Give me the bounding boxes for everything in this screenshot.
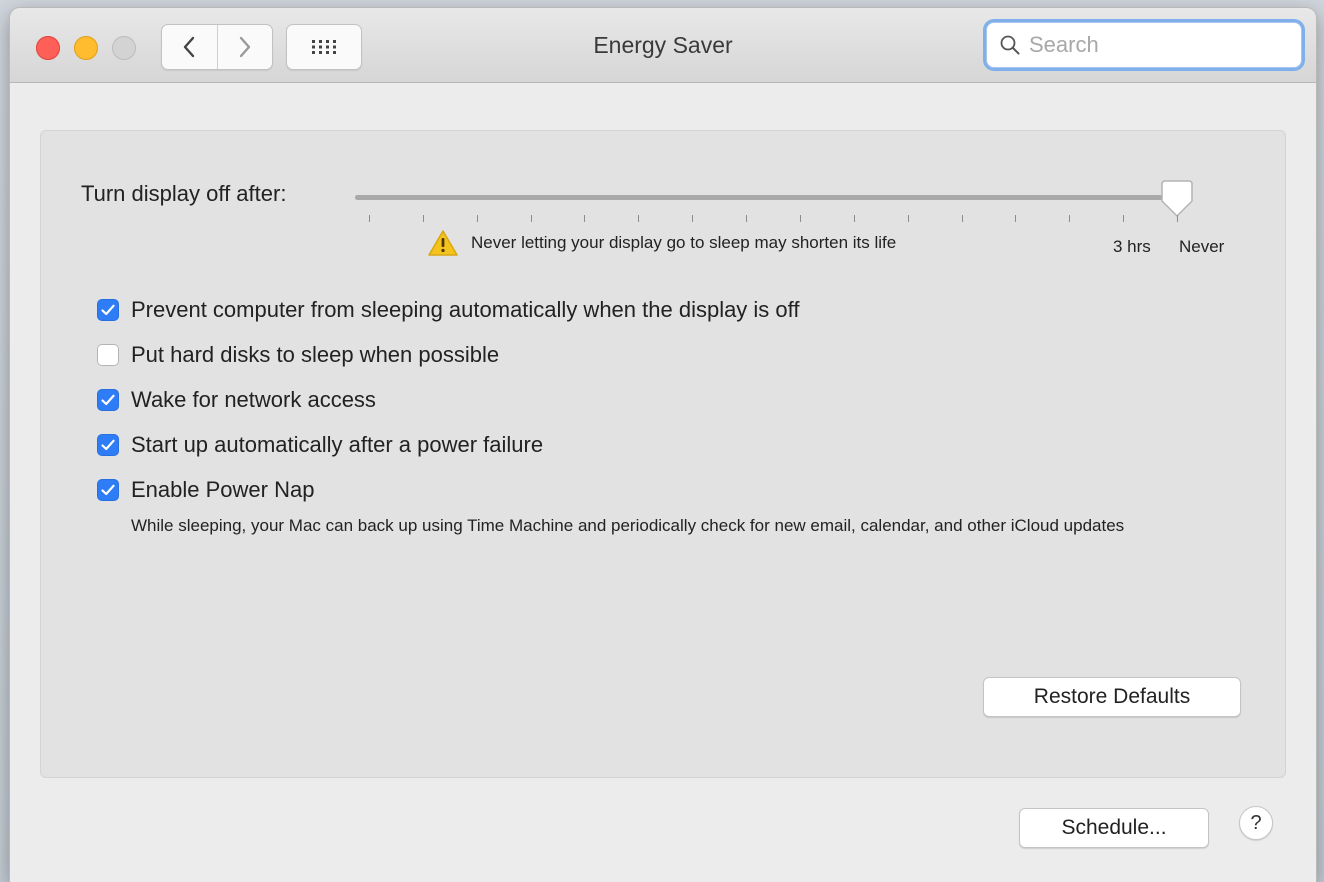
chevron-right-icon xyxy=(239,36,250,58)
schedule-button[interactable]: Schedule... xyxy=(1019,808,1209,848)
close-window-button[interactable] xyxy=(36,36,60,60)
option-wake-network[interactable]: Wake for network access xyxy=(97,385,800,415)
navigation-buttons xyxy=(161,24,273,70)
option-power-nap[interactable]: Enable Power Nap xyxy=(97,475,800,505)
tick-label-3-hrs: 3 hrs xyxy=(1113,237,1151,256)
warning-text: Never letting your display go to sleep m… xyxy=(471,233,897,252)
slider-tick xyxy=(746,215,748,222)
search-field[interactable] xyxy=(986,22,1302,68)
zoom-window-button xyxy=(112,36,136,60)
slider-tick xyxy=(584,215,586,222)
slider-tick xyxy=(961,215,963,222)
checkmark-icon xyxy=(101,394,115,406)
option-label: Prevent computer from sleeping automatic… xyxy=(131,297,800,322)
option-list: Prevent computer from sleeping automatic… xyxy=(97,295,800,520)
slider-tick xyxy=(476,215,478,222)
option-label: Wake for network access xyxy=(131,387,376,412)
slider-tick xyxy=(1123,215,1125,222)
title-bar: Energy Saver xyxy=(10,8,1316,83)
checkmark-icon xyxy=(101,304,115,316)
slider-tick xyxy=(853,215,855,222)
search-input[interactable] xyxy=(1027,31,1281,59)
wake-network-checkbox[interactable] xyxy=(97,389,119,411)
slider-tick xyxy=(1015,215,1017,222)
slider-tick xyxy=(638,215,640,222)
checkmark-icon xyxy=(101,439,115,451)
show-all-button[interactable] xyxy=(286,24,362,70)
slider-ticks xyxy=(355,215,1191,223)
prevent-sleep-checkbox[interactable] xyxy=(97,299,119,321)
option-label: Enable Power Nap xyxy=(131,477,315,502)
option-auto-startup[interactable]: Start up automatically after a power fai… xyxy=(97,430,800,460)
grid-icon xyxy=(312,40,336,54)
disk-sleep-checkbox[interactable] xyxy=(97,344,119,366)
display-sleep-slider[interactable] xyxy=(355,195,1191,200)
search-icon xyxy=(999,34,1021,56)
slider-tick xyxy=(799,215,801,222)
slider-tick xyxy=(530,215,532,222)
slider-thumb[interactable] xyxy=(1160,179,1194,219)
power-nap-checkbox[interactable] xyxy=(97,479,119,501)
slider-tick xyxy=(422,215,424,222)
preferences-window: Energy Saver Turn display off after: xyxy=(10,8,1316,882)
slider-tick xyxy=(369,215,370,222)
help-button[interactable]: ? xyxy=(1239,806,1273,840)
warning-triangle-icon xyxy=(427,229,459,257)
checkmark-icon xyxy=(101,484,115,496)
display-sleep-label: Turn display off after: xyxy=(81,181,287,206)
option-label: Put hard disks to sleep when possible xyxy=(131,342,500,367)
forward-button[interactable] xyxy=(216,25,273,69)
slider-tick xyxy=(907,215,909,222)
auto-startup-checkbox[interactable] xyxy=(97,434,119,456)
option-prevent-sleep[interactable]: Prevent computer from sleeping automatic… xyxy=(97,295,800,325)
slider-tick xyxy=(692,215,694,222)
slider-tick xyxy=(1177,215,1178,222)
back-button[interactable] xyxy=(162,25,217,69)
display-warning: Never letting your display go to sleep m… xyxy=(427,229,896,257)
chevron-left-icon xyxy=(184,36,195,58)
minimize-window-button[interactable] xyxy=(74,36,98,60)
slider-fill xyxy=(355,195,1177,200)
restore-defaults-button[interactable]: Restore Defaults xyxy=(983,677,1241,717)
option-label: Start up automatically after a power fai… xyxy=(131,432,544,457)
option-disk-sleep[interactable]: Put hard disks to sleep when possible xyxy=(97,340,800,370)
slider-tick xyxy=(1069,215,1071,222)
settings-panel: Turn display off after: Never letting yo… xyxy=(40,130,1286,778)
power-nap-description: While sleeping, your Mac can back up usi… xyxy=(131,516,1125,535)
tick-label-never: Never xyxy=(1179,237,1225,256)
